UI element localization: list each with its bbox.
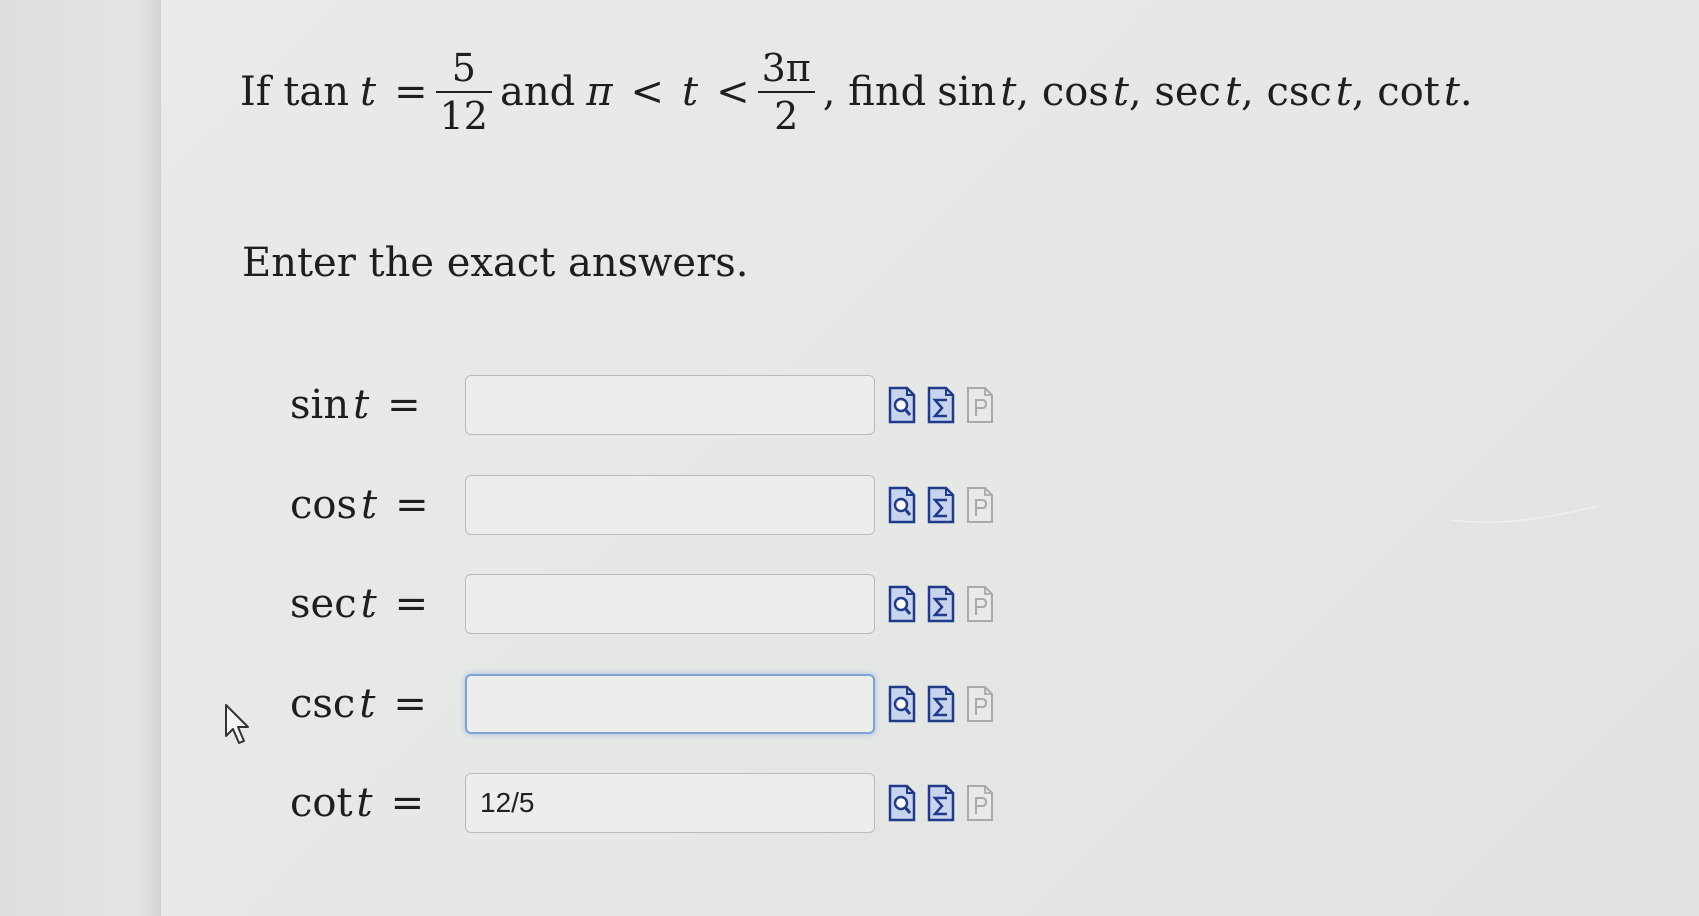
hint-icon[interactable] bbox=[965, 684, 995, 724]
left-margin-strip bbox=[0, 0, 161, 916]
answer-row-sin: sin t = bbox=[290, 373, 1004, 437]
find-item-cot: cot t. bbox=[1377, 69, 1473, 115]
fraction-numerator: 3π bbox=[761, 46, 811, 90]
question-text: If tan t = 5 12 and π < t < 3π 2 , find … bbox=[240, 42, 1473, 142]
answer-row-csc: csc t = bbox=[290, 672, 1004, 736]
preview-icon[interactable] bbox=[887, 584, 917, 624]
question-find: , find bbox=[822, 69, 927, 115]
equation-editor-icon[interactable] bbox=[926, 684, 956, 724]
instruction-text: Enter the exact answers. bbox=[242, 240, 749, 286]
fraction-denominator: 2 bbox=[774, 94, 799, 138]
fraction-tan-value: 5 12 bbox=[435, 46, 492, 138]
answer-row-cos: cos t = bbox=[290, 473, 1004, 537]
preview-icon[interactable] bbox=[887, 485, 917, 525]
answer-tools bbox=[887, 684, 1004, 724]
find-item-cos: cos t, bbox=[1041, 69, 1142, 115]
question-var-t2: t bbox=[682, 69, 699, 115]
answer-label-csc: csc t = bbox=[290, 681, 427, 727]
fraction-upper-bound: 3π 2 bbox=[757, 46, 815, 138]
answer-label-sec: sec t = bbox=[290, 581, 429, 627]
question-prefix: If tan bbox=[240, 69, 350, 115]
question-and: and bbox=[499, 69, 576, 115]
find-item-sec: sec t, bbox=[1154, 69, 1254, 115]
fraction-denominator: 12 bbox=[439, 94, 488, 138]
screen-glare bbox=[1451, 505, 1599, 523]
hint-icon[interactable] bbox=[965, 385, 995, 425]
answer-row-sec: sec t = bbox=[290, 572, 1004, 636]
answer-tools bbox=[887, 783, 1004, 823]
question-less-than-1: < bbox=[630, 69, 664, 115]
find-item-csc: csc t, bbox=[1266, 69, 1365, 115]
sec-answer-input[interactable] bbox=[465, 574, 875, 634]
csc-answer-input[interactable] bbox=[465, 674, 875, 734]
answer-row-cot: cot t = bbox=[290, 771, 1004, 835]
fraction-numerator: 5 bbox=[451, 46, 476, 90]
find-item-sin: sin t, bbox=[937, 69, 1030, 115]
answer-tools bbox=[887, 485, 1004, 525]
hint-icon[interactable] bbox=[965, 584, 995, 624]
find-list: sin t, cos t, sec t, csc t, cot t. bbox=[937, 69, 1472, 115]
answer-label-sin: sin t = bbox=[290, 382, 421, 428]
question-less-than-2: < bbox=[716, 69, 750, 115]
cos-answer-input[interactable] bbox=[465, 475, 875, 535]
preview-icon[interactable] bbox=[887, 385, 917, 425]
equation-editor-icon[interactable] bbox=[926, 385, 956, 425]
hint-icon[interactable] bbox=[965, 485, 995, 525]
preview-icon[interactable] bbox=[887, 783, 917, 823]
answer-tools bbox=[887, 584, 1004, 624]
equation-editor-icon[interactable] bbox=[926, 485, 956, 525]
question-var-t: t bbox=[360, 69, 377, 115]
equation-editor-icon[interactable] bbox=[926, 584, 956, 624]
equation-editor-icon[interactable] bbox=[926, 783, 956, 823]
question-pi: π bbox=[586, 69, 613, 115]
cot-answer-input[interactable] bbox=[465, 773, 875, 833]
question-equals: = bbox=[394, 69, 428, 115]
sin-answer-input[interactable] bbox=[465, 375, 875, 435]
answer-tools bbox=[887, 385, 1004, 425]
answer-label-cot: cot t = bbox=[290, 780, 425, 826]
hint-icon[interactable] bbox=[965, 783, 995, 823]
mouse-cursor-icon bbox=[225, 704, 249, 744]
answer-label-cos: cos t = bbox=[290, 482, 429, 528]
preview-icon[interactable] bbox=[887, 684, 917, 724]
